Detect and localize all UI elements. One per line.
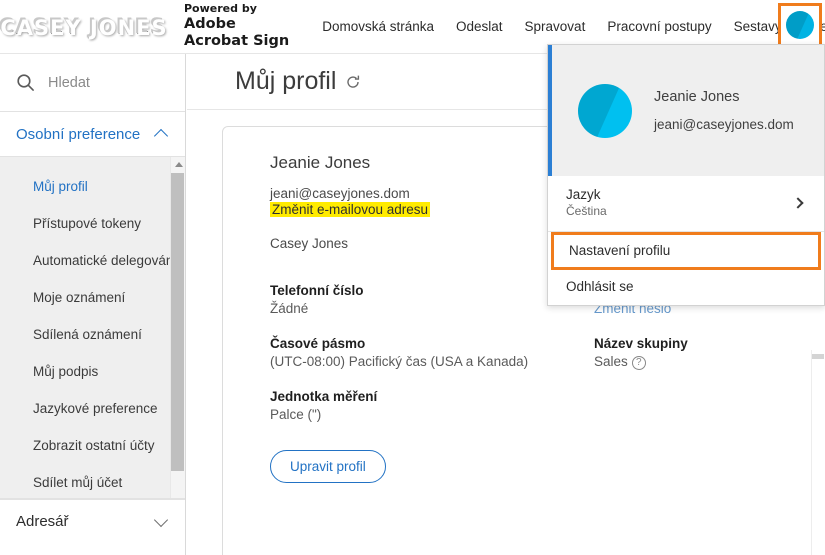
powered-by-adobe-acrobat-sign: Powered by Adobe Acrobat Sign — [184, 2, 289, 51]
field-value: Žádné — [270, 301, 309, 316]
adobe-label: Adobe — [184, 15, 236, 32]
user-account-dropdown: Jeanie Jones jeani@caseyjones.dom Jazyk … — [547, 44, 825, 306]
nav-item-send[interactable]: Odeslat — [445, 19, 514, 34]
sidebar-scrollbar-track[interactable] — [170, 157, 185, 498]
refresh-icon[interactable] — [345, 74, 361, 90]
dropdown-item-sublabel: Čeština — [566, 204, 607, 218]
field-unit-of-measure: Jednotka měření Palce (") — [270, 389, 594, 422]
dropdown-user-header: Jeanie Jones jeani@caseyjones.dom — [548, 45, 824, 176]
sidebar-item-share-my-account[interactable]: Sdílet můj účet — [0, 464, 185, 498]
dropdown-item-label: Odhlásit se — [566, 279, 634, 294]
powered-by-label: Powered by — [184, 2, 257, 16]
field-label: Jednotka měření — [270, 389, 378, 404]
dropdown-item-language[interactable]: Jazyk Čeština — [548, 176, 824, 232]
field-value: Sales — [594, 354, 628, 369]
acrobat-sign-label: Acrobat Sign — [184, 33, 290, 50]
change-email-link[interactable]: Změnit e-mailovou adresu — [270, 202, 431, 217]
dropdown-item-label: Jazyk — [566, 187, 601, 202]
dropdown-user-name: Jeanie Jones — [654, 89, 740, 105]
page-scrollbar-track[interactable] — [811, 350, 825, 555]
field-time-zone: Časové pásmo (UTC-08:00) Pacifický čas (… — [270, 336, 594, 369]
avatar-icon — [786, 11, 814, 39]
nav-item-workflows[interactable]: Pracovní postupy — [596, 19, 722, 34]
sidebar-search[interactable] — [0, 54, 185, 112]
chevron-down-icon — [155, 517, 169, 526]
sidebar-item-access-tokens[interactable]: Přístupové tokeny — [0, 205, 185, 242]
sidebar-item-auto-delegation[interactable]: Automatické delegování — [0, 242, 185, 279]
sidebar-item-my-notifications[interactable]: Moje oznámení — [0, 279, 185, 316]
field-value: (UTC-08:00) Pacifický čas (USA a Kanada) — [270, 354, 529, 369]
sidebar: Osobní preference Můj profil Přístupové … — [0, 54, 186, 555]
dropdown-user-email: jeani@caseyjones.dom — [654, 117, 794, 132]
field-label: Telefonní číslo — [270, 283, 364, 298]
user-avatar-button[interactable] — [778, 3, 822, 47]
sidebar-item-language-preferences[interactable]: Jazykové preference — [0, 390, 185, 427]
field-label: Název skupiny — [594, 336, 688, 351]
app-root: CASEY JONES Powered by Adobe Acrobat Sig… — [0, 0, 825, 555]
field-value-wrapper: Sales? — [594, 354, 825, 370]
sidebar-submenu: Můj profil Přístupové tokeny Automatické… — [0, 156, 185, 499]
chevron-up-icon — [155, 130, 169, 139]
main-navigation: Domovská stránka Odeslat Spravovat Praco… — [311, 19, 825, 35]
sidebar-section-address-book[interactable]: Adresář — [0, 499, 185, 543]
sidebar-section-label: Osobní preference — [16, 125, 141, 143]
nav-item-home[interactable]: Domovská stránka — [311, 19, 445, 34]
field-label: Časové pásmo — [270, 336, 366, 351]
nav-item-manage[interactable]: Spravovat — [514, 19, 597, 34]
sidebar-scrollbar-thumb[interactable] — [171, 173, 184, 471]
edit-profile-button[interactable]: Upravit profil — [270, 450, 386, 483]
page-title: Můj profil — [235, 67, 337, 95]
dropdown-item-profile-settings[interactable]: Nastavení profilu — [551, 232, 821, 270]
sidebar-item-my-profile[interactable]: Můj profil — [0, 168, 185, 205]
profile-fields-left: Telefonní číslo Žádné Časové pásmo (UTC-… — [270, 283, 594, 483]
sidebar-item-view-other-accounts[interactable]: Zobrazit ostatní účty — [0, 427, 185, 464]
avatar-icon — [578, 83, 632, 138]
scroll-up-arrow-icon[interactable] — [171, 157, 185, 172]
search-input[interactable] — [46, 73, 166, 92]
field-phone-number: Telefonní číslo Žádné — [270, 283, 594, 316]
field-group-name: Název skupiny Sales? — [594, 336, 825, 370]
dropdown-item-label: Nastavení profilu — [569, 243, 671, 258]
dropdown-user-info: Jeanie Jones jeani@caseyjones.dom — [654, 89, 794, 132]
search-icon — [17, 74, 34, 91]
page-scrollbar-thumb[interactable] — [812, 354, 824, 359]
help-icon[interactable]: ? — [631, 355, 646, 370]
field-value: Palce (") — [270, 407, 322, 422]
dropdown-item-sign-out[interactable]: Odhlásit se — [548, 270, 824, 304]
profile-fields: Telefonní číslo Žádné Časové pásmo (UTC-… — [270, 283, 825, 483]
casey-jones-logo: CASEY JONES — [0, 10, 166, 44]
sidebar-item-shared-notifications[interactable]: Sdílená oznámení — [0, 316, 185, 353]
sidebar-section-label: Adresář — [16, 513, 69, 530]
sidebar-section-personal-preferences[interactable]: Osobní preference — [0, 112, 185, 156]
sidebar-item-my-signature[interactable]: Můj podpis — [0, 353, 185, 390]
profile-fields-right: Heslo Změnit heslo Název skupiny Sales? — [594, 283, 825, 483]
